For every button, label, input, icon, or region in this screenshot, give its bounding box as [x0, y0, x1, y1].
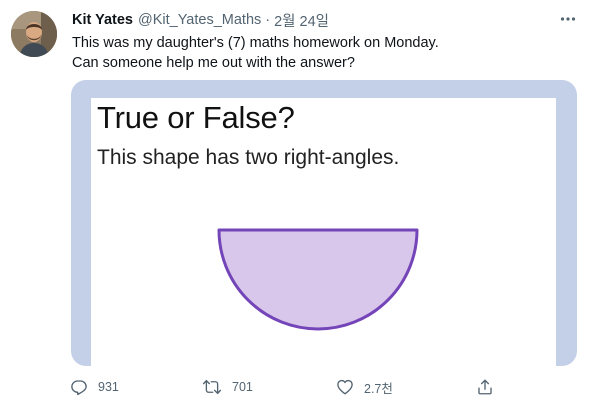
more-icon	[560, 17, 576, 21]
more-options-button[interactable]	[555, 8, 581, 30]
reply-icon	[71, 380, 87, 396]
semicircle-shape	[217, 228, 419, 331]
homework-image: True or False? This shape has two right-…	[91, 98, 556, 366]
tweet-text-line: Can someone help me out with the answer?	[72, 55, 355, 71]
action-bar: 931 701 2.7천	[62, 374, 522, 400]
like-icon	[337, 379, 353, 395]
share-button[interactable]	[476, 374, 494, 400]
tweet-header: Kit Yates @Kit_Yates_Maths · 2월 24일	[72, 10, 329, 30]
retweet-button[interactable]: 701	[202, 374, 253, 400]
avatar[interactable]	[11, 11, 57, 57]
tweet-media[interactable]: True or False? This shape has two right-…	[71, 80, 577, 366]
author-handle[interactable]: @Kit_Yates_Maths	[138, 12, 261, 28]
worksheet-title: True or False?	[97, 100, 295, 135]
tweet[interactable]: Kit Yates @Kit_Yates_Maths · 2월 24일 This…	[0, 0, 593, 411]
separator-dot: ·	[265, 12, 271, 28]
tweet-text: This was my daughter's (7) maths homewor…	[72, 33, 572, 73]
share-icon	[478, 379, 492, 395]
avatar-photo	[11, 11, 57, 57]
author-name[interactable]: Kit Yates	[72, 12, 133, 28]
reply-count: 931	[98, 380, 119, 394]
like-button[interactable]: 2.7천	[336, 374, 393, 400]
like-count: 2.7천	[364, 381, 393, 396]
reply-button[interactable]: 931	[70, 374, 119, 400]
retweet-icon	[202, 379, 222, 395]
tweet-date[interactable]: 2월 24일	[274, 10, 329, 31]
worksheet-question: This shape has two right-angles.	[97, 146, 400, 169]
retweet-count: 701	[232, 380, 253, 394]
tweet-text-line: This was my daughter's (7) maths homewor…	[72, 35, 439, 51]
